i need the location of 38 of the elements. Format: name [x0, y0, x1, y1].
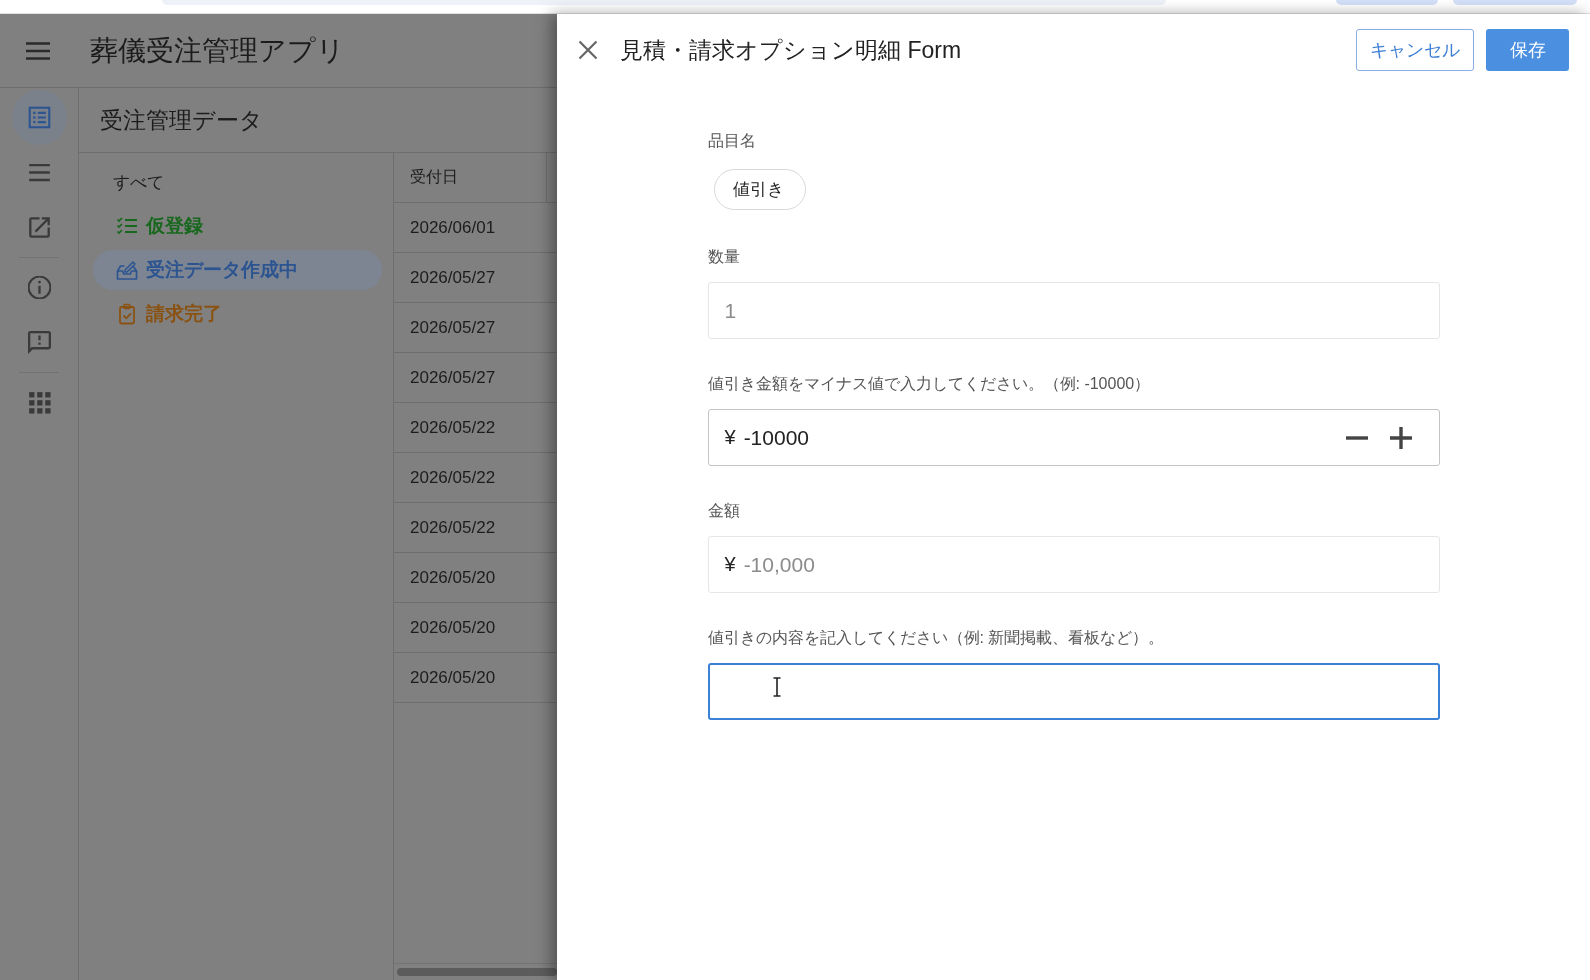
field-label: 数量	[707, 247, 740, 267]
menu-icon[interactable]	[26, 41, 50, 60]
field-label: 値引き金額をマイナス値で入力してください。（例: -10000）	[707, 374, 1151, 394]
scrollbar-thumb[interactable]	[397, 968, 557, 976]
field-label: 金額	[707, 501, 740, 521]
table-cell-text: 2026/05/22	[409, 467, 496, 488]
close-button[interactable]	[578, 40, 598, 60]
field-label: 品目名	[707, 131, 756, 151]
save-button[interactable]: 保存	[1486, 29, 1569, 71]
table-cell-text: 2026/06/01	[409, 217, 496, 238]
field-label: 値引きの内容を記入してください（例: 新聞掲載、看板など）。	[707, 628, 1165, 648]
text-field[interactable]	[707, 663, 1440, 720]
table-cell-text: 2026/05/20	[409, 567, 496, 588]
list-icon	[27, 161, 51, 184]
document-list-icon	[27, 106, 51, 129]
cancel-button[interactable]: キャンセル	[1356, 29, 1474, 71]
minus-icon	[1345, 435, 1368, 440]
text-cursor-icon	[771, 677, 782, 697]
external-link-icon	[27, 216, 51, 239]
table-cell-text: 2026/05/27	[409, 367, 496, 388]
amount-field[interactable]: ¥ -10000	[707, 409, 1440, 466]
info-icon	[27, 276, 51, 299]
form-title: 見積・請求オプション明細 Form	[620, 35, 962, 65]
grid-icon	[27, 391, 51, 414]
app-title: 葬儀受注管理アプリ	[90, 33, 345, 68]
table-cell-text: 2026/05/20	[409, 617, 496, 638]
table-cell-text: 2026/05/22	[409, 517, 496, 538]
filter-item[interactable]: すべて	[93, 160, 382, 204]
increment-button[interactable]	[1388, 425, 1413, 450]
table-cell-text: 2026/05/22	[409, 417, 496, 438]
column-header[interactable]: 受付日	[394, 153, 547, 202]
table-cell-text: 2026/05/27	[409, 267, 496, 288]
section-title: 受注管理データ	[100, 105, 263, 135]
feedback-icon	[27, 331, 51, 354]
close-icon	[578, 40, 598, 60]
table-cell-text: 2026/05/27	[409, 317, 496, 338]
plus-icon	[1389, 426, 1412, 449]
table-cell-text: 2026/05/20	[409, 667, 496, 688]
